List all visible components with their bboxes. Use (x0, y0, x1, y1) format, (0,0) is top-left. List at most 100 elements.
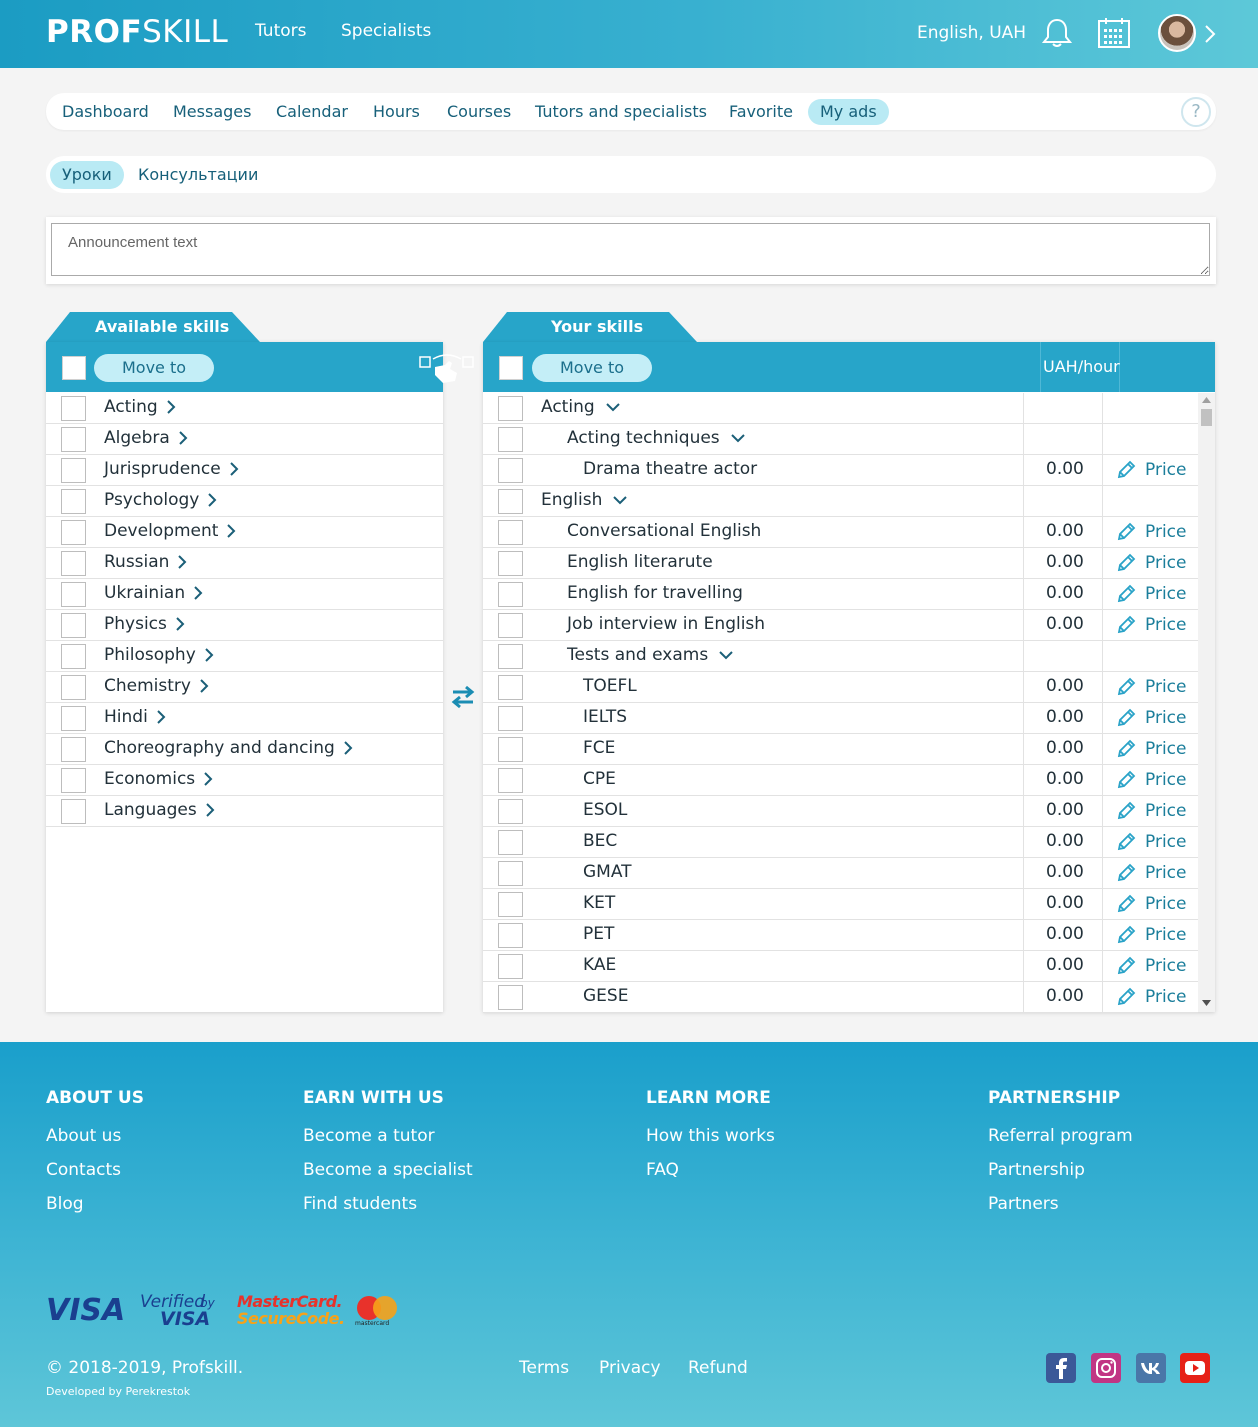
available-skill-row[interactable]: Philosophy (46, 641, 443, 672)
skill-checkbox[interactable] (498, 892, 523, 917)
skill-checkbox[interactable] (61, 582, 86, 607)
bell-icon[interactable] (1040, 16, 1074, 50)
skill-checkbox[interactable] (498, 396, 523, 421)
skill-checkbox[interactable] (61, 644, 86, 669)
chevron-right-icon[interactable] (343, 740, 353, 756)
edit-price-button[interactable]: Price (1115, 583, 1186, 605)
skill-checkbox[interactable] (61, 551, 86, 576)
your-skill-row[interactable]: BEC 0.00 Price (483, 827, 1198, 858)
footer-link[interactable]: How this works (646, 1126, 775, 1146)
skill-checkbox[interactable] (498, 520, 523, 545)
footer-link[interactable]: Become a specialist (303, 1160, 473, 1180)
edit-price-button[interactable]: Price (1115, 862, 1186, 884)
your-skill-row[interactable]: KAE 0.00 Price (483, 951, 1198, 982)
skill-checkbox[interactable] (61, 768, 86, 793)
edit-price-button[interactable]: Price (1115, 986, 1186, 1008)
select-all-your-checkbox[interactable] (499, 356, 523, 380)
chevron-right-icon[interactable] (229, 461, 239, 477)
chevron-down-icon[interactable] (612, 495, 628, 505)
chevron-right-icon[interactable] (1204, 24, 1216, 44)
your-skill-row[interactable]: KET 0.00 Price (483, 889, 1198, 920)
edit-price-button[interactable]: Price (1115, 552, 1186, 574)
chevron-right-icon[interactable] (205, 802, 215, 818)
skill-checkbox[interactable] (498, 458, 523, 483)
tab-calendar[interactable]: Calendar (264, 99, 360, 125)
footer-link[interactable]: Partnership (988, 1160, 1085, 1180)
chevron-right-icon[interactable] (199, 678, 209, 694)
edit-price-button[interactable]: Price (1115, 614, 1186, 636)
scrollbar-thumb[interactable] (1201, 409, 1212, 426)
skill-checkbox[interactable] (498, 551, 523, 576)
tab-hours[interactable]: Hours (361, 99, 432, 125)
skill-checkbox[interactable] (498, 861, 523, 886)
your-skill-row[interactable]: IELTS 0.00 Price (483, 703, 1198, 734)
edit-price-button[interactable]: Price (1115, 893, 1186, 915)
your-skill-row[interactable]: Tests and exams (483, 641, 1198, 672)
skill-checkbox[interactable] (61, 520, 86, 545)
skill-checkbox[interactable] (61, 427, 86, 452)
tab-tutors-and-specialists[interactable]: Tutors and specialists (523, 99, 719, 125)
skill-checkbox[interactable] (61, 458, 86, 483)
your-skill-row[interactable]: Drama theatre actor 0.00 Price (483, 455, 1198, 486)
chevron-right-icon[interactable] (226, 523, 236, 539)
chevron-down-icon[interactable] (730, 433, 746, 443)
available-skill-row[interactable]: Economics (46, 765, 443, 796)
your-skill-row[interactable]: CPE 0.00 Price (483, 765, 1198, 796)
chevron-right-icon[interactable] (175, 616, 185, 632)
your-skill-row[interactable]: TOEFL 0.00 Price (483, 672, 1198, 703)
skill-checkbox[interactable] (61, 613, 86, 638)
your-skill-row[interactable]: Acting techniques (483, 424, 1198, 455)
your-skill-row[interactable]: GESE 0.00 Price (483, 982, 1198, 1013)
edit-price-button[interactable]: Price (1115, 521, 1186, 543)
refund-link[interactable]: Refund (688, 1358, 748, 1378)
edit-price-button[interactable]: Price (1115, 831, 1186, 853)
tab-courses[interactable]: Courses (435, 99, 523, 125)
skill-checkbox[interactable] (61, 706, 86, 731)
nav-specialists[interactable]: Specialists (341, 21, 431, 41)
logo[interactable]: PROFSKILL (46, 14, 228, 50)
your-skill-row[interactable]: English (483, 486, 1198, 517)
skill-checkbox[interactable] (498, 799, 523, 824)
footer-link[interactable]: Referral program (988, 1126, 1133, 1146)
chevron-down-icon[interactable] (605, 402, 621, 412)
available-skill-row[interactable]: Chemistry (46, 672, 443, 703)
terms-link[interactable]: Terms (519, 1358, 569, 1378)
your-skill-row[interactable]: PET 0.00 Price (483, 920, 1198, 951)
chevron-right-icon[interactable] (204, 647, 214, 663)
tab-dashboard[interactable]: Dashboard (50, 99, 161, 125)
skill-checkbox[interactable] (61, 675, 86, 700)
footer-link[interactable]: Partners (988, 1194, 1059, 1214)
scroll-down-icon[interactable] (1202, 1000, 1211, 1006)
skill-checkbox[interactable] (498, 954, 523, 979)
skill-checkbox[interactable] (498, 830, 523, 855)
available-move-button[interactable]: Move to (94, 354, 214, 382)
footer-link[interactable]: About us (46, 1126, 121, 1146)
your-skill-row[interactable]: Acting (483, 393, 1198, 424)
tab-favorite[interactable]: Favorite (717, 99, 805, 125)
skill-checkbox[interactable] (498, 768, 523, 793)
edit-price-button[interactable]: Price (1115, 676, 1186, 698)
skill-checkbox[interactable] (498, 923, 523, 948)
available-skill-row[interactable]: Choreography and dancing (46, 734, 443, 765)
skill-checkbox[interactable] (498, 644, 523, 669)
skill-checkbox[interactable] (61, 799, 86, 824)
footer-link[interactable]: Find students (303, 1194, 417, 1214)
your-skill-row[interactable]: Job interview in English 0.00 Price (483, 610, 1198, 641)
select-all-available-checkbox[interactable] (62, 356, 86, 380)
available-skill-row[interactable]: Development (46, 517, 443, 548)
skill-checkbox[interactable] (498, 675, 523, 700)
locale-selector[interactable]: English, UAH (917, 23, 1026, 43)
footer-link[interactable]: Contacts (46, 1160, 121, 1180)
calendar-icon[interactable] (1097, 16, 1131, 50)
chevron-right-icon[interactable] (193, 585, 203, 601)
your-skill-row[interactable]: ESOL 0.00 Price (483, 796, 1198, 827)
subtab-consultations[interactable]: Консультации (126, 161, 270, 189)
privacy-link[interactable]: Privacy (599, 1358, 661, 1378)
your-skill-row[interactable]: English literarute 0.00 Price (483, 548, 1198, 579)
edit-price-button[interactable]: Price (1115, 924, 1186, 946)
tab-my-ads[interactable]: My ads (808, 99, 889, 125)
your-skills-scrollbar[interactable] (1198, 393, 1215, 1012)
chevron-right-icon[interactable] (203, 771, 213, 787)
edit-price-button[interactable]: Price (1115, 459, 1186, 481)
skill-checkbox[interactable] (498, 613, 523, 638)
